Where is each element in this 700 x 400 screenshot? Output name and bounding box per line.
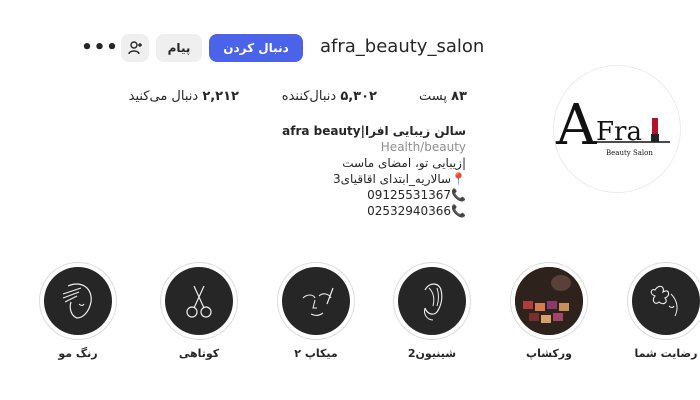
posts-count: ۸۳: [451, 89, 467, 104]
phone-icon: 📞: [451, 204, 466, 218]
more-options-button[interactable]: •••: [81, 36, 118, 60]
highlight-haircut[interactable]: کوتاهی: [159, 262, 239, 360]
followers-label: دنبال‌کننده: [281, 89, 337, 104]
following-count: ۲,۲۱۲: [202, 89, 239, 104]
workshop-photo-icon: [515, 267, 583, 335]
hairstyle-icon: [424, 283, 443, 321]
follow-button[interactable]: دنبال کردن: [209, 34, 303, 62]
hair-color-icon: [62, 283, 92, 319]
following-label: دنبال می‌کنید: [128, 89, 199, 104]
highlight-hair-color[interactable]: رنگ مو: [38, 262, 118, 360]
suggested-accounts-button[interactable]: [121, 34, 149, 62]
highlight-satisfaction[interactable]: رضایت شما: [626, 262, 700, 360]
following-stat[interactable]: ۲,۲۱۲ دنبال می‌کنید: [129, 89, 239, 104]
makeup-face-icon: [302, 287, 334, 316]
followers-stat[interactable]: ۵,۳۰۲ دنبال‌کننده: [282, 89, 377, 104]
pin-icon: 📍: [451, 172, 466, 186]
scissors-icon: [186, 285, 212, 318]
bio-address: 📍سالاریه_ابتدای اقاقیای3: [333, 172, 466, 186]
afra-logo: A Fra Beauty Salon: [555, 93, 670, 158]
posts-label: پست: [419, 89, 447, 104]
svg-text:Beauty Salon: Beauty Salon: [606, 149, 653, 157]
highlight-hairstyle-2[interactable]: شینیون2: [392, 262, 472, 360]
posts-stat: ۸۳ پست: [419, 89, 467, 104]
bio-phone-2: 02532940366📞: [367, 204, 466, 218]
highlight-makeup-2[interactable]: میکاپ ۲: [276, 262, 356, 360]
profile-username: afra_beauty_salon: [320, 36, 485, 57]
followers-count: ۵,۳۰۲: [340, 89, 377, 104]
flower-face-icon: [650, 285, 678, 317]
highlight-workshop[interactable]: ورکشاپ: [509, 262, 589, 360]
svg-text:A: A: [555, 93, 597, 158]
bio-phone-1: 09125531367📞: [367, 188, 466, 202]
phone-icon: 📞: [451, 188, 466, 202]
more-dots-icon: •••: [81, 37, 119, 58]
bio-name: سالن زیبایی افرا|afra beauty: [282, 124, 466, 138]
message-button[interactable]: پیام: [156, 34, 202, 62]
bio-tagline: |زیبایی تو، امضای ماست: [342, 156, 466, 170]
add-person-icon: [128, 41, 142, 55]
profile-avatar[interactable]: A Fra Beauty Salon: [553, 65, 681, 193]
profile-bio: سالن زیبایی افرا|afra beauty Health/beau…: [266, 123, 466, 219]
bio-category: Health/beauty: [380, 140, 466, 154]
